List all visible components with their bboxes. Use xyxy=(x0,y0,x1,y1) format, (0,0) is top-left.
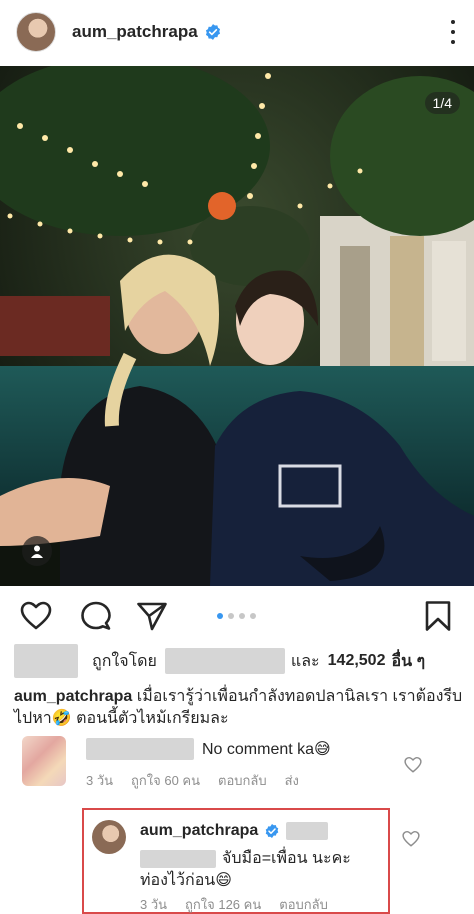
highlighted-reply: aum_patchrapa จับมือ=เพื่อน นะคะ ท่องไว้… xyxy=(82,808,390,914)
blurred-commenter-name xyxy=(86,738,194,760)
liked-by-label: ถูกใจโดย xyxy=(92,652,157,670)
heart-icon[interactable] xyxy=(20,600,52,632)
send-button[interactable]: ส่ง xyxy=(285,770,299,791)
reply-username[interactable]: aum_patchrapa xyxy=(140,822,258,840)
more-options-icon[interactable] xyxy=(450,20,456,44)
blurred-username xyxy=(164,648,285,674)
comment-text: No comment ka😅 xyxy=(202,741,331,758)
others-label: อื่น ๆ xyxy=(391,652,426,670)
reply-user-row: aum_patchrapa xyxy=(140,822,329,840)
action-bar xyxy=(0,596,474,638)
likes-summary[interactable]: ถูกใจโดย และ 142,502 อื่น ๆ xyxy=(14,642,464,680)
username[interactable]: aum_patchrapa xyxy=(72,22,198,42)
post-photo[interactable]: 1/4 xyxy=(0,66,474,586)
caption-username[interactable]: aum_patchrapa xyxy=(14,688,132,705)
comment-body: No comment ka😅 xyxy=(86,738,331,760)
verified-badge-icon xyxy=(205,24,220,40)
avatar[interactable] xyxy=(16,12,56,52)
likes-count: 142,502 xyxy=(327,652,386,669)
post-header: aum_patchrapa xyxy=(0,0,474,64)
carousel-dots xyxy=(217,613,256,619)
reply-reply-button[interactable]: ตอบกลับ xyxy=(279,894,328,914)
commenter-avatar[interactable] xyxy=(22,736,66,786)
comment-time: 3 วัน xyxy=(86,773,114,788)
blurred-mention-name xyxy=(140,849,216,868)
comment-likes[interactable]: ถูกใจ 60 คน xyxy=(131,770,200,791)
share-icon[interactable] xyxy=(136,600,168,632)
reply-likes[interactable]: ถูกใจ 126 คน xyxy=(185,894,261,914)
reply-button[interactable]: ตอบกลับ xyxy=(218,770,267,791)
comment-icon[interactable] xyxy=(80,600,112,632)
photo-scene xyxy=(0,66,474,586)
reply-avatar[interactable] xyxy=(92,820,126,854)
and-label: และ xyxy=(290,652,320,670)
reply-text-2: ท่องไว้ก่อน😄 xyxy=(140,872,232,889)
verified-badge-icon xyxy=(265,824,279,838)
reply-like-icon[interactable] xyxy=(402,830,420,848)
user-tag-icon[interactable] xyxy=(22,536,52,566)
comment-meta: 3 วัน ถูกใจ 60 คน ตอบกลับ ส่ง xyxy=(86,770,299,791)
reply-meta: 3 วัน ถูกใจ 126 คน ตอบกลับ xyxy=(140,894,328,914)
caption: aum_patchrapa เมื่อเรารู้ว่าเพื่อนกำลังท… xyxy=(14,686,464,730)
photo-counter: 1/4 xyxy=(424,92,460,114)
comment-like-icon[interactable] xyxy=(404,756,422,774)
blurred-avatars xyxy=(14,644,78,678)
reply-time: 3 วัน xyxy=(140,897,168,912)
reply-text-1: จับมือ=เพื่อน นะคะ xyxy=(222,850,351,867)
bookmark-icon[interactable] xyxy=(422,600,454,632)
blurred-mention xyxy=(286,822,329,840)
